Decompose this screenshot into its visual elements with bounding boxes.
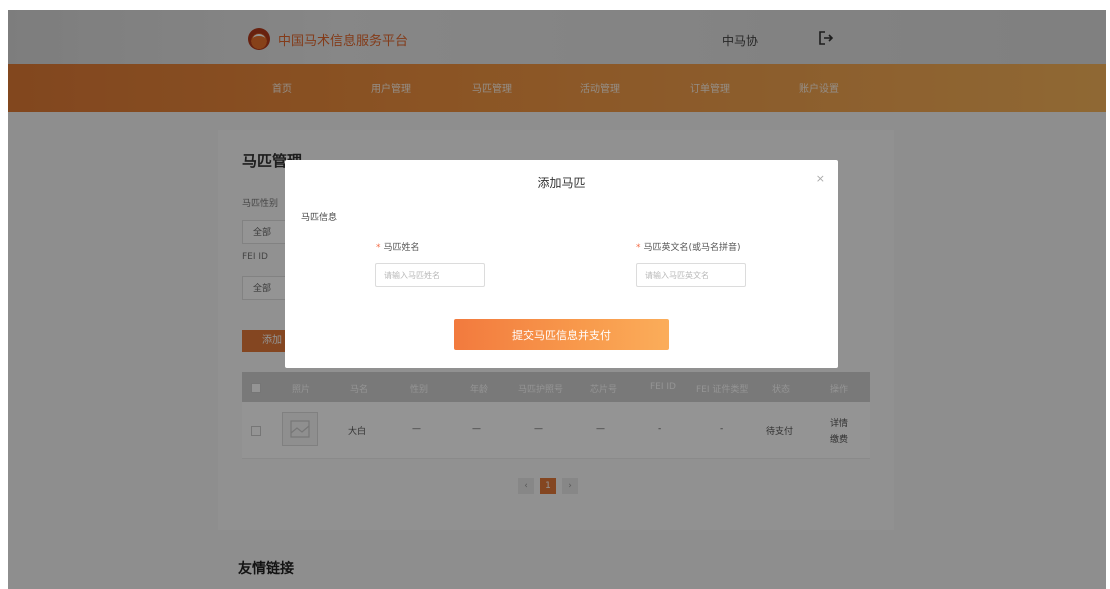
horse-name-label: * 马匹姓名 [376, 240, 420, 253]
modal-title: 添加马匹 [537, 176, 586, 190]
add-horse-modal: 添加马匹 × 马匹信息 *马匹姓名 *马匹英文名(或马名拼音) 提交马匹信息并支… [285, 160, 838, 368]
horse-name-input[interactable] [375, 263, 485, 287]
horse-english-name-input[interactable] [636, 263, 746, 287]
submit-pay-button[interactable]: 提交马匹信息并支付 [454, 319, 669, 350]
section-label: 马匹信息 [301, 213, 338, 223]
horse-name-label-text: 马匹姓名 [383, 243, 420, 253]
required-mark: * [376, 243, 381, 253]
horse-english-name-label-text: 马匹英文名(或马名拼音) [643, 243, 741, 253]
horse-english-name-label: * 马匹英文名(或马名拼音) [636, 240, 741, 253]
close-icon[interactable]: × [816, 172, 825, 185]
required-mark: * [636, 243, 641, 253]
